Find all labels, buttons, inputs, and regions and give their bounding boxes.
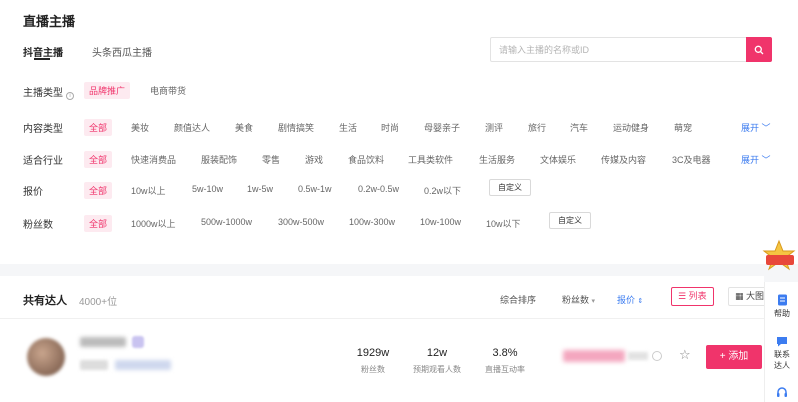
- search-input[interactable]: [499, 43, 739, 57]
- price-option[interactable]: 10w以上: [131, 184, 166, 197]
- anchor-type-label: 主播类型 i: [23, 84, 74, 100]
- industry-option[interactable]: 传媒及内容: [601, 153, 646, 166]
- contact-entry[interactable]: 联系达人: [765, 336, 798, 371]
- help-entry[interactable]: 帮助: [765, 294, 798, 319]
- view-list-button[interactable]: ☰ 列表: [671, 287, 714, 306]
- price-option[interactable]: 0.2w-0.5w: [358, 184, 399, 194]
- price-unit-blurred: [628, 352, 648, 360]
- headset-entry[interactable]: [765, 386, 798, 400]
- stat-viewers-label: 预期观看人数: [413, 365, 461, 374]
- price-option[interactable]: 0.5w-1w: [298, 184, 332, 194]
- promo-badge-icon[interactable]: [760, 239, 798, 275]
- tab-active-indicator: [34, 58, 50, 60]
- caret-down-icon: ▾: [591, 298, 596, 305]
- avatar[interactable]: [27, 338, 65, 376]
- industry-option[interactable]: 快速消费品: [131, 153, 176, 166]
- industry-option[interactable]: 生活服务: [479, 153, 515, 166]
- fans-option[interactable]: 10w以下: [486, 217, 521, 230]
- price-blurred: [563, 350, 625, 362]
- content-type-option[interactable]: 汽车: [570, 121, 588, 134]
- verified-badge: [132, 336, 144, 348]
- sort-comprehensive[interactable]: 综合排序: [500, 293, 536, 306]
- headset-icon: [777, 387, 787, 397]
- anchor-type-ecommerce[interactable]: 电商带货: [150, 84, 186, 97]
- anchor-type-brand[interactable]: 品牌推广: [84, 82, 131, 99]
- search-button[interactable]: [746, 37, 772, 62]
- content-type-option[interactable]: 全部: [84, 119, 113, 136]
- price-info-icon[interactable]: [652, 351, 662, 361]
- stat-viewers-value: 12w: [426, 347, 448, 359]
- price-custom-button[interactable]: 自定义: [489, 179, 531, 196]
- sort-fans[interactable]: 粉丝数 ▾: [562, 293, 595, 306]
- fans-option[interactable]: 10w-100w: [420, 217, 461, 227]
- content-type-option[interactable]: 萌宠: [674, 121, 692, 134]
- industry-option[interactable]: 食品饮料: [348, 153, 384, 166]
- fans-option[interactable]: 300w-500w: [278, 217, 324, 227]
- industry-option[interactable]: 文体娱乐: [540, 153, 576, 166]
- stat-interaction-value: 3.8%: [492, 347, 518, 359]
- content-type-option[interactable]: 生活: [339, 121, 357, 134]
- plus-icon: +: [719, 351, 726, 362]
- grid-icon: ▦: [735, 291, 744, 301]
- chevron-down-icon: ﹀: [761, 155, 771, 165]
- page-title: 直播主播: [23, 14, 76, 29]
- fans-option[interactable]: 100w-300w: [349, 217, 395, 227]
- expand-industry[interactable]: 展开 ﹀: [741, 153, 771, 166]
- stat-interaction-label: 直播互动率: [485, 365, 525, 374]
- influencer-subinfo-blurred: [115, 360, 171, 370]
- content-type-option[interactable]: 测评: [485, 121, 503, 134]
- star-icon[interactable]: ☆: [679, 348, 691, 361]
- content-type-option[interactable]: 美妆: [131, 121, 149, 134]
- stat-fans-value: 1929w: [356, 347, 390, 359]
- industry-option[interactable]: 全部: [84, 151, 113, 168]
- add-button[interactable]: + 添加: [706, 345, 762, 369]
- content-type-option[interactable]: 颜值达人: [174, 121, 210, 134]
- content-type-option[interactable]: 时尚: [381, 121, 399, 134]
- list-icon: ☰: [678, 291, 687, 301]
- document-icon: [777, 294, 787, 306]
- price-option[interactable]: 0.2w以下: [424, 184, 461, 197]
- fans-option[interactable]: 500w-1000w: [201, 217, 252, 227]
- influencer-tag-blurred: [80, 360, 108, 370]
- industry-label: 适合行业: [23, 156, 63, 167]
- sort-price[interactable]: 报价 ⇕: [617, 293, 643, 306]
- industry-option[interactable]: 工具类软件: [408, 153, 453, 166]
- search-icon: [754, 45, 764, 54]
- tab-douyin[interactable]: 抖音主播: [23, 44, 63, 59]
- info-icon[interactable]: i: [66, 92, 74, 100]
- expand-content-type[interactable]: 展开 ﹀: [741, 121, 771, 134]
- price-option[interactable]: 5w-10w: [192, 184, 223, 194]
- content-type-option[interactable]: 运动健身: [613, 121, 649, 134]
- fans-custom-button[interactable]: 自定义: [549, 212, 591, 229]
- divider: [0, 318, 764, 319]
- industry-option[interactable]: 零售: [262, 153, 280, 166]
- price-option[interactable]: 1w-5w: [247, 184, 273, 194]
- tab-toutiao-xigua[interactable]: 头条西瓜主播: [92, 44, 152, 59]
- stat-fans-label: 粉丝数: [361, 365, 385, 374]
- sort-arrows-icon: ⇕: [637, 298, 644, 305]
- content-type-option[interactable]: 美食: [235, 121, 253, 134]
- industry-option[interactable]: 3C及电器: [672, 153, 711, 166]
- price-label: 报价: [23, 187, 43, 198]
- content-type-option[interactable]: 母婴亲子: [424, 121, 460, 134]
- content-type-option[interactable]: 旅行: [528, 121, 546, 134]
- fans-option[interactable]: 1000w以上: [131, 217, 176, 230]
- content-type-label: 内容类型: [23, 124, 63, 135]
- industry-option[interactable]: 服装配饰: [201, 153, 237, 166]
- results-total-label: 共有达人: [23, 295, 67, 307]
- chat-icon: [777, 337, 787, 347]
- content-type-option[interactable]: 剧情搞笑: [278, 121, 314, 134]
- side-toolbar: 帮助 联系达人: [764, 282, 798, 402]
- fans-option[interactable]: 全部: [84, 215, 113, 232]
- influencer-name-blurred[interactable]: [80, 337, 126, 347]
- results-total-count: 4000+位: [79, 297, 118, 308]
- price-option[interactable]: 全部: [84, 182, 113, 199]
- chevron-down-icon: ﹀: [761, 123, 771, 133]
- industry-option[interactable]: 游戏: [305, 153, 323, 166]
- fans-label: 粉丝数: [23, 220, 53, 231]
- search-box: [490, 37, 772, 62]
